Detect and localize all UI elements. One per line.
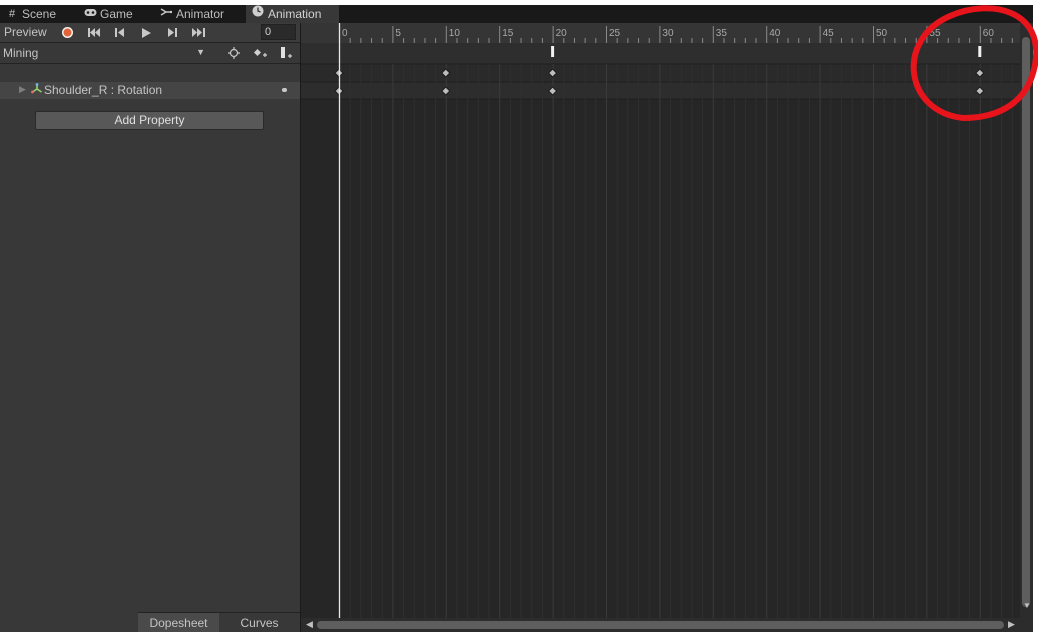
animation-event-marker [978,46,982,57]
play-icon [141,27,151,38]
grid-icon: # [8,8,16,20]
next-keyframe-button[interactable] [160,24,184,41]
property-name: Shoulder_R : Rotation [44,83,163,97]
add-event-icon [281,46,292,58]
step-forward-icon [168,28,177,37]
tab-dopesheet[interactable]: Dopesheet [138,612,219,632]
property-options-icon[interactable] [282,88,287,92]
ruler-tick-label: 10 [449,28,461,39]
preview-toggle[interactable]: Preview [4,25,47,39]
event-track [301,43,1020,64]
ruler-tick-label: 5 [395,28,401,39]
first-keyframe-button[interactable] [82,24,106,41]
clip-row: Mining ▼ [0,43,300,64]
vertical-scroll-thumb[interactable] [1022,37,1030,607]
clock-icon [252,5,264,23]
time-ruler [301,23,1020,43]
skip-start-icon [87,28,100,37]
view-mode-tabs: Dopesheet Curves [138,612,300,632]
gamepad-icon [84,5,97,23]
skip-end-icon [191,28,205,37]
scroll-right-arrow-icon[interactable]: ▶ [1008,619,1015,630]
empty-track-area [301,99,1020,618]
playback-toolbar: Preview 0 [0,23,300,43]
tab-bar: # Scene Game Animator Animation [0,5,1033,23]
clip-dropdown[interactable]: Mining ▼ [3,46,205,60]
expand-triangle-icon[interactable]: ▶ [19,84,26,95]
crosshair-icon [228,47,240,59]
record-button[interactable] [55,24,79,41]
dopesheet-timeline[interactable]: 0 5 10 15 20 25 30 35 40 45 50 55 60 ▼ ◀ ▶ [301,23,1033,632]
ruler-tick-label: 20 [556,28,568,39]
add-keyframe-button[interactable] [249,45,271,61]
ruler-tick-label: 0 [342,28,348,39]
add-keyframe-icon [254,49,267,57]
play-button[interactable] [134,24,158,41]
vertical-scrollbar[interactable]: ▼ [1020,23,1033,618]
ruler-tick-label: 25 [609,28,621,39]
filter-by-selection-button[interactable] [223,45,245,61]
ruler-tick-label: 50 [876,28,888,39]
property-track [301,82,1020,99]
scroll-down-arrow-icon[interactable]: ▼ [1023,601,1031,610]
transform-axis-icon [31,83,43,97]
add-property-button[interactable]: Add Property [35,111,264,130]
state-machine-icon [160,5,173,23]
tab-animator[interactable]: Animator [154,5,246,23]
ruler-tick-label: 60 [983,28,995,39]
ruler-tick-label: 35 [716,28,728,39]
previous-keyframe-button[interactable] [108,24,132,41]
property-row[interactable]: ▶ Shoulder_R : Rotation [0,82,300,99]
summary-track [301,64,1020,82]
timeline-canvas[interactable]: 0 5 10 15 20 25 30 35 40 45 50 55 60 [301,23,1020,618]
ruler-tick-label: 15 [502,28,514,39]
clip-name: Mining [3,46,39,60]
dropdown-arrow-icon: ▼ [196,47,205,57]
hierarchy-panel: Preview 0 Mining ▼ ▶ Shoulder_R: Rotati… [0,23,300,632]
horizontal-scroll-thumb[interactable] [317,621,1004,629]
tab-game[interactable]: Game [78,5,154,23]
ruler-tick-label: 55 [929,28,941,39]
horizontal-scrollbar[interactable]: ◀ ▶ [301,618,1033,632]
step-back-icon [115,28,124,37]
ruler-tick-label: 30 [662,28,674,39]
animation-event-marker [551,46,555,57]
frame-field[interactable]: 0 [261,24,296,40]
animation-window: # Scene Game Animator Animation Preview [0,5,1033,632]
last-keyframe-button[interactable] [186,24,210,41]
ruler-tick-label: 45 [823,28,835,39]
tab-animation[interactable]: Animation [246,5,339,23]
scroll-left-arrow-icon[interactable]: ◀ [306,619,313,630]
record-icon [61,27,73,38]
tab-curves[interactable]: Curves [219,612,300,632]
tab-scene[interactable]: # Scene [0,5,78,23]
ruler-tick-label: 40 [769,28,781,39]
add-event-button[interactable] [275,45,297,61]
